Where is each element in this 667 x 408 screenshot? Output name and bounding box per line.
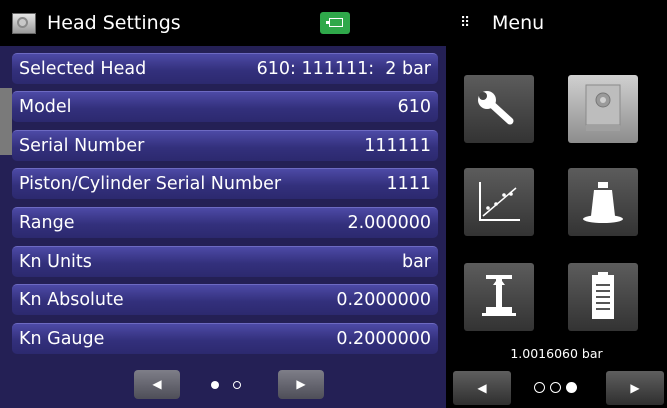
menu-previous-button[interactable]: ◀ [453, 371, 511, 405]
menu-page-dot [550, 382, 561, 393]
setting-label: Range [19, 213, 75, 233]
menu-page-dot [534, 382, 545, 393]
wrench-icon [478, 91, 514, 125]
menu-title: Menu [492, 12, 545, 34]
setting-value: 0.2000000 [336, 290, 431, 310]
setting-label: Serial Number [19, 136, 145, 156]
menu-panel: ⠿ Menu 1.0016060 bar ◀ ▶ [446, 0, 667, 408]
chart-icon [479, 182, 520, 221]
head-settings-menu-button[interactable] [568, 75, 638, 143]
setting-value: 610 [397, 97, 431, 117]
page-indicator-dot-active [211, 381, 219, 389]
setting-row-serial-number[interactable]: Serial Number 111111 [12, 130, 438, 161]
document-icon [592, 272, 614, 319]
setting-row-piston-cylinder-serial[interactable]: Piston/Cylinder Serial Number 1111 [12, 168, 438, 199]
grid-icon: ⠿ [460, 15, 470, 31]
pressure-head-icon [12, 13, 36, 34]
pressure-head-icon [585, 84, 621, 131]
setting-label: Kn Absolute [19, 290, 124, 310]
setting-value: 1111 [386, 174, 431, 194]
setting-row-kn-absolute[interactable]: Kn Absolute 0.2000000 [12, 284, 438, 315]
setting-value: 610: 111111: 2 bar [256, 59, 431, 79]
arrow-left-icon: ◀ [152, 377, 162, 391]
tools-menu-button[interactable] [464, 75, 534, 143]
setting-label: Piston/Cylinder Serial Number [19, 174, 282, 194]
page-indicator-dot [233, 381, 241, 389]
setting-row-range[interactable]: Range 2.000000 [12, 207, 438, 238]
setting-value: 2.000000 [347, 213, 431, 233]
previous-page-button[interactable]: ◀ [134, 370, 180, 399]
weight-icon [583, 182, 623, 223]
arrow-right-icon: ▶ [630, 381, 640, 395]
setting-value: 111111 [364, 136, 431, 156]
setting-label: Kn Units [19, 252, 92, 272]
setting-label: Model [19, 97, 72, 117]
edge-strip [0, 88, 12, 155]
setting-row-kn-units[interactable]: Kn Units bar [12, 246, 438, 277]
setting-row-model[interactable]: Model 610 [12, 91, 438, 122]
setting-label: Kn Gauge [19, 329, 105, 349]
piston-menu-button[interactable] [464, 263, 534, 331]
report-menu-button[interactable] [568, 263, 638, 331]
setting-value: bar [401, 252, 431, 272]
next-page-button[interactable]: ▶ [278, 370, 324, 399]
panel-header: Head Settings [0, 0, 446, 46]
setting-value: 0.2000000 [336, 329, 431, 349]
piston-icon [482, 275, 516, 316]
arrow-left-icon: ◀ [477, 381, 487, 395]
setting-label: Selected Head [19, 59, 147, 79]
pressure-reading: 1.0016060 bar [510, 346, 603, 361]
setting-row-selected-head[interactable]: Selected Head 610: 111111: 2 bar [12, 53, 438, 84]
arrow-right-icon: ▶ [296, 377, 306, 391]
battery-icon[interactable] [320, 12, 350, 34]
menu-page-dot-active [566, 382, 577, 393]
setting-row-kn-gauge[interactable]: Kn Gauge 0.2000000 [12, 323, 438, 354]
mass-settings-menu-button[interactable] [568, 168, 638, 236]
page-title: Head Settings [47, 12, 181, 34]
settings-panel: Head Settings Selected Head 610: 111111:… [0, 0, 446, 408]
menu-next-button[interactable]: ▶ [606, 371, 664, 405]
calibration-chart-menu-button[interactable] [464, 168, 534, 236]
